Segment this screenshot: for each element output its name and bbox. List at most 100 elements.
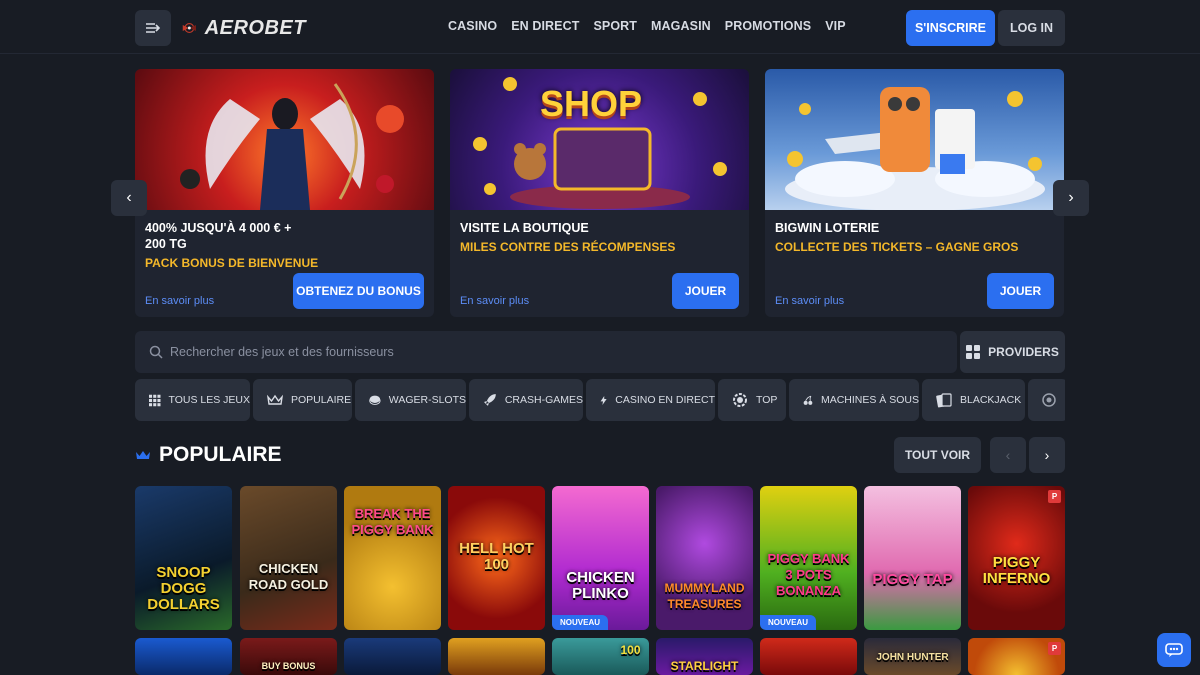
games-next-button[interactable]: ›: [1029, 437, 1065, 473]
game-tile[interactable]: MUMMYLAND TREASURES: [656, 486, 753, 630]
category-top[interactable]: TOP: [718, 379, 786, 421]
rocket-icon: [483, 394, 496, 406]
main-nav: CASINO EN DIRECT SPORT MAGASIN PROMOTION…: [448, 19, 846, 33]
game-tile[interactable]: P: [968, 638, 1065, 675]
game-tile[interactable]: SNOOP DOGG DOLLARS: [135, 486, 232, 630]
menu-arrow-icon: [146, 23, 161, 33]
category-label: CRASH-GAMES: [504, 394, 583, 406]
lottery-illustration: [785, 87, 1045, 210]
category-label: CASINO EN DIRECT: [615, 394, 715, 406]
game-tile[interactable]: 100: [552, 638, 649, 675]
games-prev-button[interactable]: ‹: [990, 437, 1026, 473]
category-label: TOUS LES JEUX: [168, 394, 251, 406]
providers-button[interactable]: PROVIDERS: [960, 331, 1065, 373]
nav-promotions[interactable]: PROMOTIONS: [725, 19, 811, 33]
game-tile[interactable]: BREAK THE PIGGY BANK: [344, 486, 441, 630]
crown-icon: [267, 394, 283, 405]
category-blackjack[interactable]: BLACKJACK: [922, 379, 1025, 421]
category-live-casino[interactable]: CASINO EN DIRECT: [586, 379, 715, 421]
logo-text: AEROBET: [204, 16, 306, 39]
search-input[interactable]: Rechercher des jeux et des fournisseurs: [135, 331, 957, 373]
roulette-icon: [1042, 393, 1056, 407]
game-title: PIGGY TAP: [872, 571, 953, 589]
game-title: 100: [620, 643, 641, 657]
category-wager-slots[interactable]: WAGER-SLOTS: [355, 379, 466, 421]
lightning-icon: [600, 395, 607, 405]
promo-image-shop: SHOP: [450, 69, 749, 210]
new-badge: NOUVEAU: [552, 615, 609, 630]
provider-badge: P: [1048, 642, 1061, 655]
category-label: MACHINES À SOUS: [820, 394, 919, 406]
category-more[interactable]: [1028, 379, 1065, 421]
aerobet-logo[interactable]: AEROBET: [182, 10, 306, 46]
badge-icon: [733, 393, 747, 407]
game-tile[interactable]: [448, 638, 545, 675]
promo-subtitle: PACK BONUS DE BIENVENUE: [145, 256, 319, 270]
game-tile[interactable]: [135, 638, 232, 675]
promo-card-welcome[interactable]: 400% JUSQU'À 4 000 € + 200 TG PACK BONUS…: [135, 69, 434, 317]
promo-learn-more-link[interactable]: En savoir plus: [460, 295, 529, 307]
carousel-next-button[interactable]: ›: [1053, 180, 1089, 216]
play-shop-button[interactable]: JOUER: [672, 273, 739, 309]
cards-icon: [936, 392, 952, 407]
game-tile[interactable]: [760, 638, 857, 675]
category-popular[interactable]: POPULAIRE: [253, 379, 352, 421]
play-lottery-button[interactable]: JOUER: [987, 273, 1054, 309]
crown-icon: [136, 451, 150, 459]
promo-card-shop[interactable]: SHOP VISITE LA BOUTIQUE MILES CONTRE DES…: [450, 69, 749, 317]
signup-button[interactable]: S'INSCRIRE: [906, 10, 995, 46]
game-title: CHICKEN PLINKO: [566, 568, 635, 602]
top-header: AEROBET CASINO EN DIRECT SPORT MAGASIN P…: [0, 0, 1200, 54]
nav-vip[interactable]: VIP: [825, 19, 845, 33]
nav-casino[interactable]: CASINO: [448, 19, 497, 33]
game-title: STARLIGHT: [670, 659, 739, 673]
game-tile[interactable]: PIGGY INFERNO P: [968, 486, 1065, 630]
category-label: WAGER-SLOTS: [388, 394, 466, 406]
promo-title: BIGWIN LOTERIE: [775, 221, 880, 235]
nav-live[interactable]: EN DIRECT: [511, 19, 579, 33]
promo-image-lottery: [765, 69, 1064, 210]
nav-sport[interactable]: SPORT: [593, 19, 637, 33]
game-tile[interactable]: PIGGY BANK 3 POTS BONANZA NOUVEAU: [760, 486, 857, 630]
promo-learn-more-link[interactable]: En savoir plus: [145, 295, 214, 307]
category-crash-games[interactable]: CRASH-GAMES: [469, 379, 583, 421]
carousel-prev-button[interactable]: ‹: [111, 180, 147, 216]
game-tile[interactable]: BUY BONUS: [240, 638, 337, 675]
login-button[interactable]: LOG IN: [998, 10, 1065, 46]
grid-icon: [966, 345, 981, 359]
game-tile[interactable]: PIGGY TAP: [864, 486, 961, 630]
section-title-text: POPULAIRE: [159, 443, 282, 466]
game-tile[interactable]: HELL HOT 100: [448, 486, 545, 630]
see-all-button[interactable]: TOUT VOIR: [894, 437, 981, 473]
game-title: BUY BONUS: [261, 661, 316, 671]
grid-icon: [149, 394, 161, 406]
category-all-games[interactable]: TOUS LES JEUX: [135, 379, 250, 421]
promo-subtitle: COLLECTE DES TICKETS – GAGNE GROS: [775, 240, 1019, 254]
game-title: HELL HOT 100: [459, 539, 534, 573]
promo-title: VISITE LA BOUTIQUE: [460, 221, 589, 235]
nav-shop[interactable]: MAGASIN: [651, 19, 711, 33]
chip-icon: [369, 395, 381, 405]
archer-illustration: [180, 83, 404, 210]
chevron-left-icon: ‹: [126, 189, 132, 206]
menu-toggle-button[interactable]: [135, 10, 171, 46]
game-tile[interactable]: [344, 638, 441, 675]
game-tile[interactable]: STARLIGHT: [656, 638, 753, 675]
category-slot-machines[interactable]: MACHINES À SOUS: [789, 379, 919, 421]
promo-card-lottery[interactable]: BIGWIN LOTERIE COLLECTE DES TICKETS – GA…: [765, 69, 1064, 317]
game-tile[interactable]: CHICKEN ROAD GOLD: [240, 486, 337, 630]
game-tile[interactable]: JOHN HUNTER: [864, 638, 961, 675]
game-title: JOHN HUNTER: [876, 652, 949, 663]
new-badge: NOUVEAU: [760, 615, 817, 630]
game-title: MUMMYLAND TREASURES: [664, 580, 745, 611]
search-icon: [149, 345, 163, 359]
game-title: PIGGY INFERNO: [982, 554, 1051, 588]
category-bar: TOUS LES JEUX POPULAIRE WAGER-SLOTS CRAS…: [135, 379, 1065, 421]
shop-banner-text: SHOP: [540, 83, 643, 124]
promo-learn-more-link[interactable]: En savoir plus: [775, 295, 844, 307]
category-label: POPULAIRE: [291, 394, 352, 406]
support-chat-button[interactable]: [1157, 633, 1191, 667]
chevron-right-icon: ›: [1068, 189, 1074, 206]
get-bonus-button[interactable]: OBTENEZ DU BONUS: [293, 273, 424, 309]
game-tile[interactable]: CHICKEN PLINKO NOUVEAU: [552, 486, 649, 630]
